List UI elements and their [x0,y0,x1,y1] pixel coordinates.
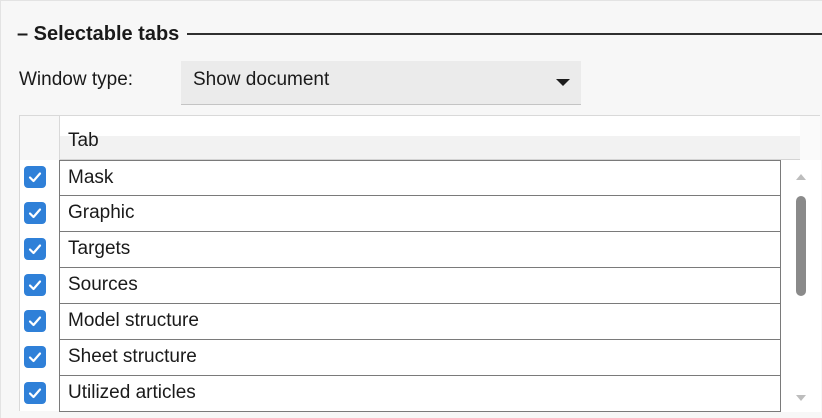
row-checkbox-cell [20,340,60,376]
row-checkbox-cell [20,268,60,304]
tabs-grid: Tab Mask Graphic Targets Sources Model struc… [19,115,821,412]
vertical-scrollbar[interactable] [781,160,821,412]
selectable-tabs-panel: – Selectable tabs Window type: Show docu… [0,0,822,418]
scroll-up-arrow-icon[interactable] [796,174,806,180]
row-tab-cell[interactable]: Model structure [60,304,781,340]
checkmark-icon [28,352,42,363]
checkmark-icon [28,172,42,183]
row-tab-label: Graphic [68,202,135,223]
scroll-thumb[interactable] [796,196,806,296]
tab-visible-checkbox[interactable] [24,274,46,296]
header-filler [800,116,820,160]
row-tab-cell[interactable]: Graphic [60,196,781,232]
row-tab-label: Sheet structure [68,346,197,367]
row-tab-label: Targets [68,238,131,259]
chevron-down-icon [556,79,570,86]
checkmark-icon [28,388,42,399]
group-header: – Selectable tabs [17,21,822,47]
row-tab-cell[interactable]: Utilized articles [60,376,781,412]
row-checkbox-cell [20,304,60,340]
group-title: – Selectable tabs [17,22,180,45]
row-tab-cell[interactable]: Mask [60,160,781,196]
checkmark-icon [28,208,42,219]
table-row[interactable]: Graphic [20,196,781,232]
grid-corner-cell [20,116,60,160]
column-header-background [60,136,800,160]
tab-visible-checkbox[interactable] [24,346,46,368]
table-row[interactable]: Model structure [20,304,781,340]
table-row[interactable]: Utilized articles [20,376,781,412]
tab-visible-checkbox[interactable] [24,382,46,404]
row-tab-label: Sources [68,274,138,295]
checkmark-icon [28,316,42,327]
tab-visible-checkbox[interactable] [24,238,46,260]
row-tab-label: Model structure [68,310,199,331]
table-row[interactable]: Sources [20,268,781,304]
checkmark-icon [28,244,42,255]
scroll-down-arrow-icon[interactable] [796,395,806,401]
window-type-value: Show document [193,69,330,90]
row-checkbox-cell [20,160,60,196]
window-type-dropdown[interactable]: Show document [181,61,581,105]
table-row[interactable]: Mask [20,160,781,196]
tab-visible-checkbox[interactable] [24,310,46,332]
row-checkbox-cell [20,232,60,268]
tab-visible-checkbox[interactable] [24,166,46,188]
column-header-tab[interactable]: Tab [68,130,99,152]
checkmark-icon [28,280,42,291]
row-tab-cell[interactable]: Targets [60,232,781,268]
table-row[interactable]: Sheet structure [20,340,781,376]
row-tab-label: Mask [68,167,114,188]
row-tab-cell[interactable]: Sheet structure [60,340,781,376]
row-checkbox-cell [20,196,60,232]
table-row[interactable]: Targets [20,232,781,268]
group-divider [187,33,822,35]
row-tab-label: Utilized articles [68,382,196,403]
window-type-label: Window type: [19,69,134,90]
row-checkbox-cell [20,376,60,412]
tab-visible-checkbox[interactable] [24,202,46,224]
row-tab-cell[interactable]: Sources [60,268,781,304]
